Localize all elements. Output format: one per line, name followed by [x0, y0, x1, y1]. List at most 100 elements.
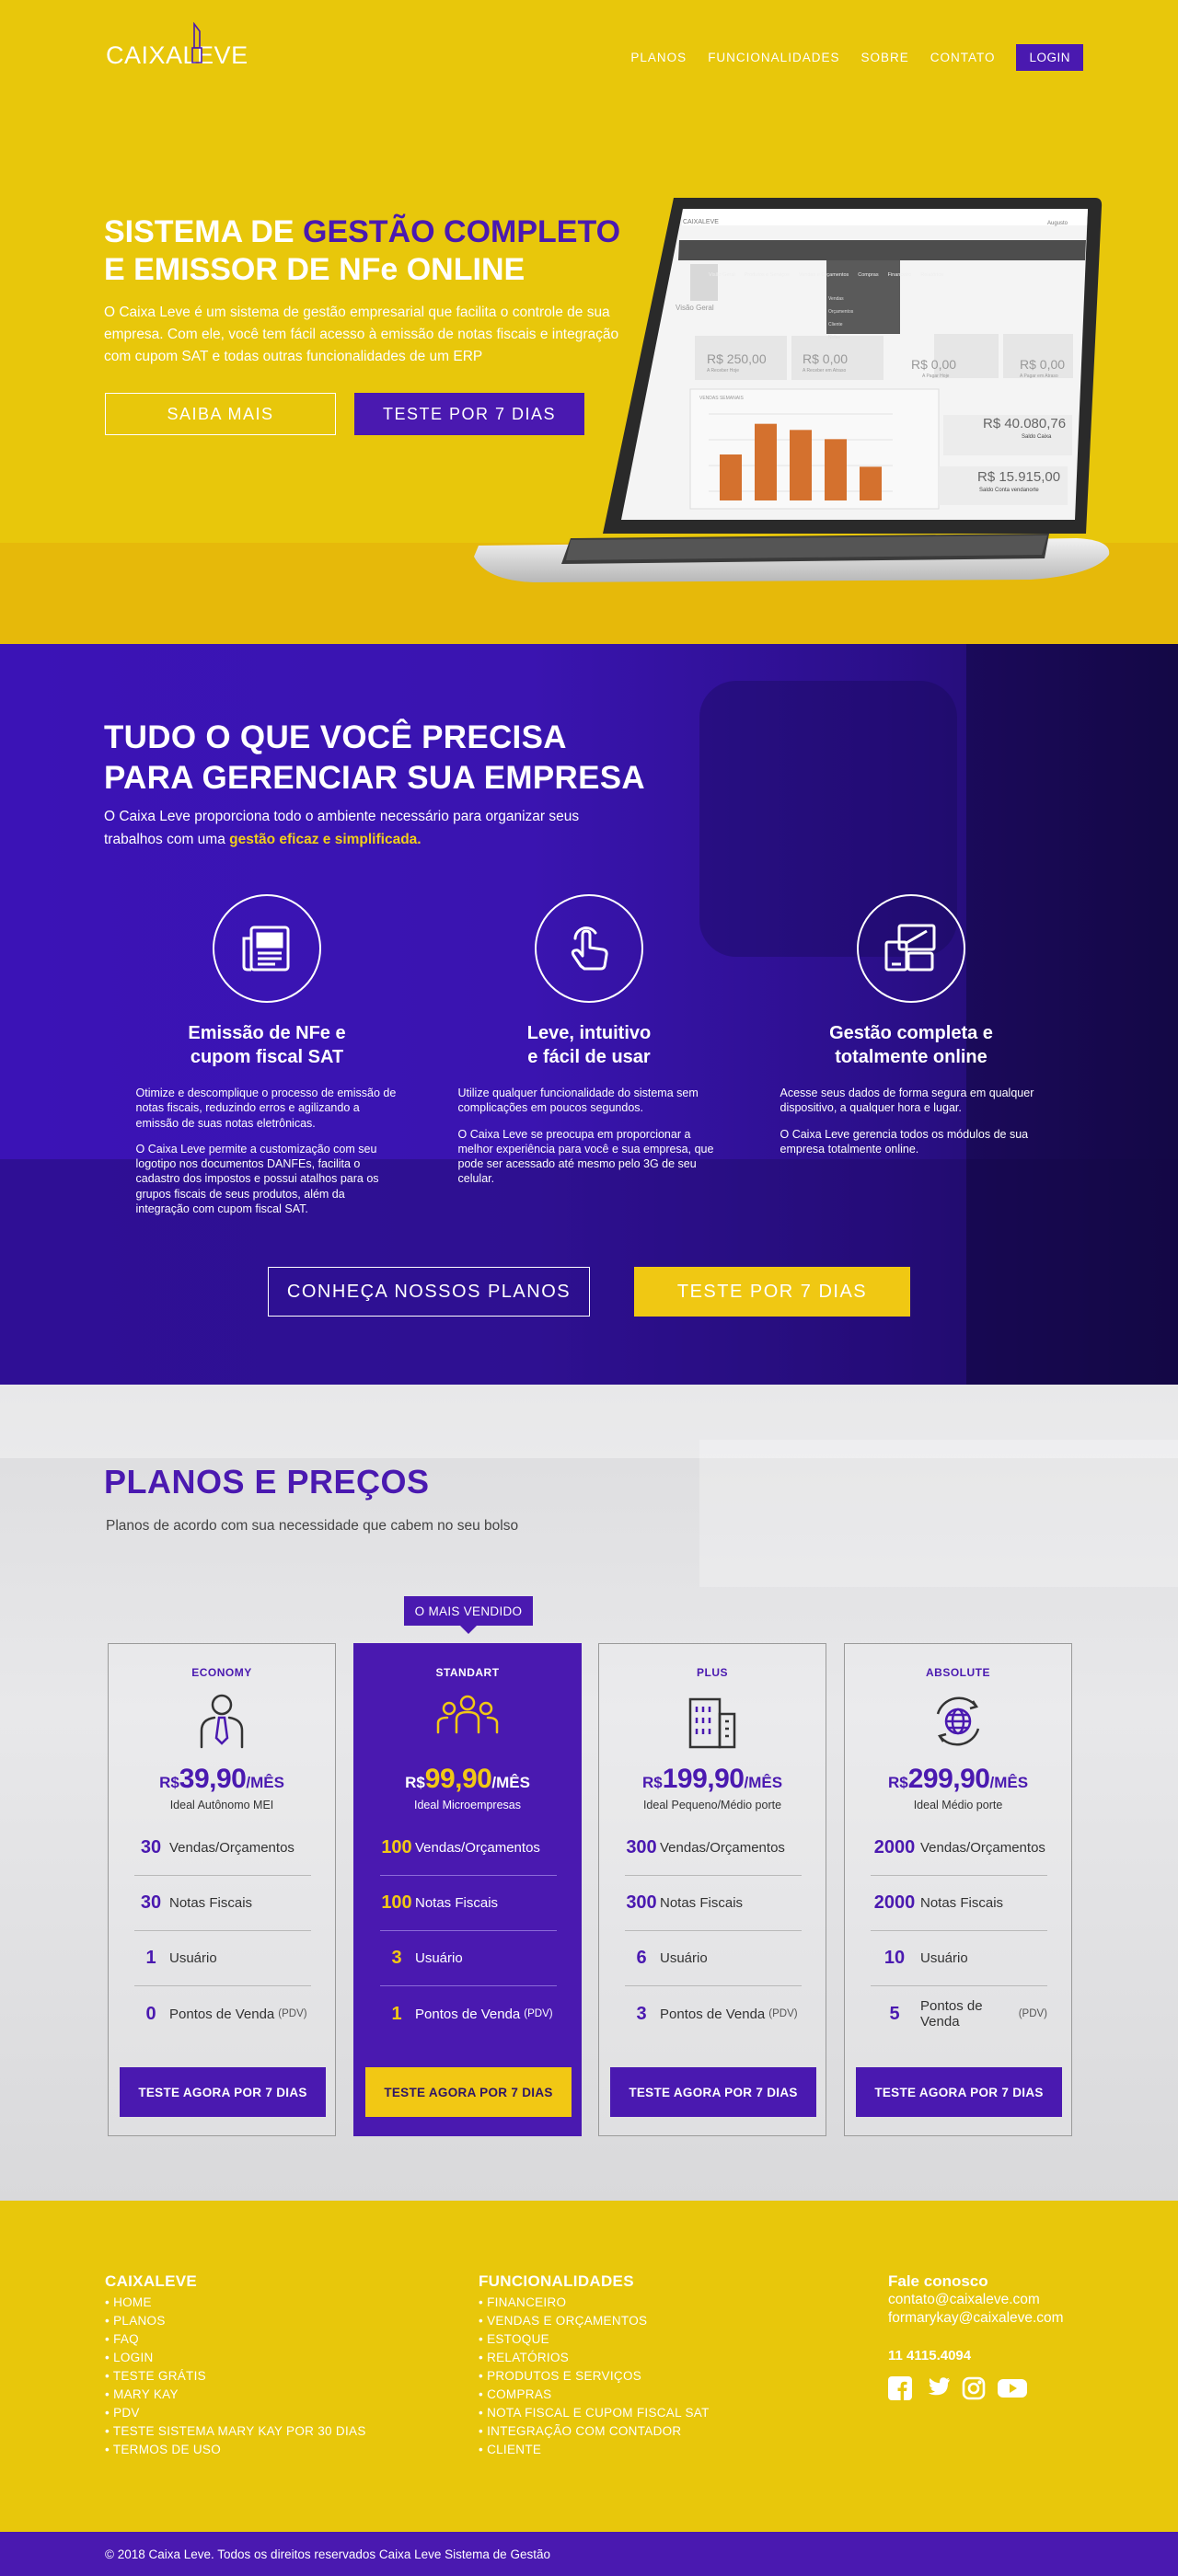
plan-sales-row: 30 Vendas/Orçamentos	[134, 1821, 311, 1876]
footer-link[interactable]: • ESTOQUE	[479, 2330, 710, 2349]
person-tie-icon	[109, 1692, 335, 1751]
feature-paragraph: Otimize e descomplique o processo de emi…	[135, 1087, 397, 1130]
row-number: 3	[391, 1948, 402, 1968]
features-title-line: TUDO O QUE VOCÊ PRECISA	[104, 719, 567, 755]
plans-title: PLANOS E PREÇOS	[104, 1463, 430, 1501]
footer-link[interactable]: • CLIENTE	[479, 2441, 710, 2459]
plan-price: R$99,90/MÊS	[354, 1764, 581, 1795]
feature-paragraph: O Caixa Leve gerencia todos os módulos d…	[780, 1127, 1029, 1156]
price-currency: R$	[405, 1774, 425, 1791]
footer-link[interactable]: • FINANCEIRO	[479, 2294, 710, 2312]
hero-title-part: E EMISSOR DE	[104, 252, 340, 288]
nav-contato[interactable]: CONTATO	[930, 51, 996, 64]
row-label: Usuário	[660, 1950, 708, 1966]
features-trial-button[interactable]: TESTE POR 7 DIAS	[634, 1267, 910, 1317]
youtube-icon[interactable]	[997, 2376, 1028, 2400]
price-currency: R$	[641, 1774, 663, 1791]
plan-users-row: 10 Usuário	[871, 1931, 1047, 1986]
footer-link[interactable]: • COMPRAS	[479, 2386, 710, 2404]
login-button[interactable]: LOGIN	[1016, 44, 1083, 71]
conheca-planos-button[interactable]: CONHEÇA NOSSOS PLANOS	[268, 1267, 590, 1317]
plan-name: ABSOLUTE	[926, 1666, 990, 1679]
plan-invoices-row: 100 Notas Fiscais	[380, 1876, 557, 1931]
team-icon	[354, 1692, 581, 1738]
row-number: 30	[140, 1892, 162, 1913]
footer-link[interactable]: • PDV	[105, 2404, 366, 2422]
footer-link[interactable]: • TESTE SISTEMA MARY KAY POR 30 DIAS	[105, 2422, 366, 2441]
copyright-text: © 2018 Caixa Leve. Todos os direitos res…	[105, 2547, 550, 2561]
nav-sobre[interactable]: SOBRE	[860, 51, 908, 64]
row-label: Vendas/Orçamentos	[660, 1840, 785, 1856]
row-label: Notas Fiscais	[415, 1895, 499, 1911]
feature-easy: Leve, intuitivo e fácil de usar Utilize q…	[451, 894, 727, 1187]
hero-section: CAIXALEVE PLANOS FUNCIONALIDADES SOBRE C…	[0, 0, 1178, 644]
footer-link[interactable]: • PRODUTOS E SERVIÇOS	[479, 2367, 710, 2386]
plan-pos-row: 0 Pontos de Venda (PDV)	[134, 1986, 311, 2041]
footer: CAIXALEVE • HOME • PLANOS • FAQ • LOGIN …	[0, 2201, 1178, 2532]
hero-title-part: SISTEMA DE	[104, 214, 303, 249]
plan-pos-row: 5 Pontos de Venda (PDV)	[871, 1986, 1047, 2041]
footer-link[interactable]: • NOTA FISCAL E CUPOM FISCAL SAT	[479, 2404, 710, 2422]
plan-standart-trial-button[interactable]: TESTE AGORA POR 7 DIAS	[365, 2067, 572, 2117]
plan-economy-trial-button[interactable]: TESTE AGORA POR 7 DIAS	[120, 2067, 326, 2117]
plan-sales-row: 100 Vendas/Orçamentos	[380, 1821, 557, 1876]
plan-users-row: 1 Usuário	[134, 1931, 311, 1986]
contact-email[interactable]: formarykay@caixaleve.com	[888, 2309, 1064, 2328]
price-amount: 39,90	[179, 1764, 247, 1794]
price-period: /MÊS	[491, 1774, 530, 1791]
footer-link[interactable]: • HOME	[105, 2294, 366, 2312]
laptop-image	[474, 198, 1110, 582]
footer-contact-title: Fale conosco	[888, 2272, 988, 2290]
contact-email[interactable]: contato@caixaleve.com	[888, 2291, 1064, 2309]
footer-link[interactable]: • INTEGRAÇÃO COM CONTADOR	[479, 2422, 710, 2441]
row-number: 3	[636, 2003, 647, 2024]
plan-sales-row: 2000 Vendas/Orçamentos	[871, 1821, 1047, 1876]
lipstick-logo-icon	[191, 22, 202, 63]
feature-name-line: cupom fiscal SAT	[190, 1047, 344, 1067]
row-number: 6	[636, 1948, 647, 1968]
plan-invoices-row: 300 Notas Fiscais	[625, 1876, 802, 1931]
footer-col-caixaleve: CAIXALEVE • HOME • PLANOS • FAQ • LOGIN …	[105, 2272, 366, 2459]
feature-name: Leve, intuitivo e fácil de usar	[451, 1021, 727, 1069]
feature-paragraph: O Caixa Leve se preocupa em proporcionar…	[457, 1127, 714, 1186]
feature-name: Gestão completa e totalmente online	[773, 1021, 1049, 1069]
facebook-icon[interactable]	[888, 2376, 912, 2400]
row-number: 1	[145, 1948, 156, 1968]
footer-link[interactable]: • TERMOS DE USO	[105, 2441, 366, 2459]
plan-users-row: 6 Usuário	[625, 1931, 802, 1986]
instagram-icon[interactable]	[962, 2376, 986, 2400]
footer-link[interactable]: • LOGIN	[105, 2349, 366, 2367]
plan-name: STANDART	[435, 1666, 500, 1679]
logo[interactable]: CAIXALEVE	[106, 22, 248, 74]
nav-planos[interactable]: PLANOS	[630, 51, 687, 64]
price-amount: 99,90	[424, 1764, 492, 1794]
row-label-small: (PDV)	[524, 2008, 553, 2019]
footer-link[interactable]: • TESTE GRÁTIS	[105, 2367, 366, 2386]
plan-plus-trial-button[interactable]: TESTE AGORA POR 7 DIAS	[610, 2067, 816, 2117]
logo-text-1: CAIXA	[106, 40, 183, 69]
globe-icon	[845, 1692, 1071, 1751]
features-desc-highlight: gestão eficaz e simplificada.	[229, 831, 422, 847]
building-icon	[599, 1692, 826, 1751]
plan-card-absolute: ABSOLUTE R$299,90/MÊS Ideal Médio porte …	[844, 1643, 1072, 2136]
saiba-mais-button[interactable]: SAIBA MAIS	[105, 393, 336, 435]
row-number: 30	[140, 1837, 162, 1857]
twitter-icon[interactable]	[923, 2376, 951, 2400]
plan-card-economy: ECONOMY R$39,90/MÊS Ideal Autônomo MEI 3…	[108, 1643, 336, 2136]
nav-funcionalidades[interactable]: FUNCIONALIDADES	[708, 51, 839, 64]
features-title-line: PARA GERENCIAR SUA EMPRESA	[104, 760, 645, 797]
row-number: 10	[884, 1948, 906, 1968]
row-label: Usuário	[169, 1950, 217, 1966]
features-title: TUDO O QUE VOCÊ PRECISA PARA GERENCIAR S…	[104, 718, 645, 799]
row-number: 300	[626, 1837, 657, 1857]
plan-absolute-trial-button[interactable]: TESTE AGORA POR 7 DIAS	[856, 2067, 1062, 2117]
footer-link[interactable]: • MARY KAY	[105, 2386, 366, 2404]
footer-link[interactable]: • PLANOS	[105, 2312, 366, 2330]
footer-link[interactable]: • FAQ	[105, 2330, 366, 2349]
plan-name: PLUS	[696, 1666, 728, 1679]
footer-link[interactable]: • RELATÓRIOS	[479, 2349, 710, 2367]
plan-pos-row: 1 Pontos de Venda (PDV)	[380, 1986, 557, 2041]
footer-col-title: FUNCIONALIDADES	[479, 2272, 634, 2290]
footer-link[interactable]: • VENDAS E ORÇAMENTOS	[479, 2312, 710, 2330]
row-label: Pontos de Venda	[920, 1998, 983, 2030]
